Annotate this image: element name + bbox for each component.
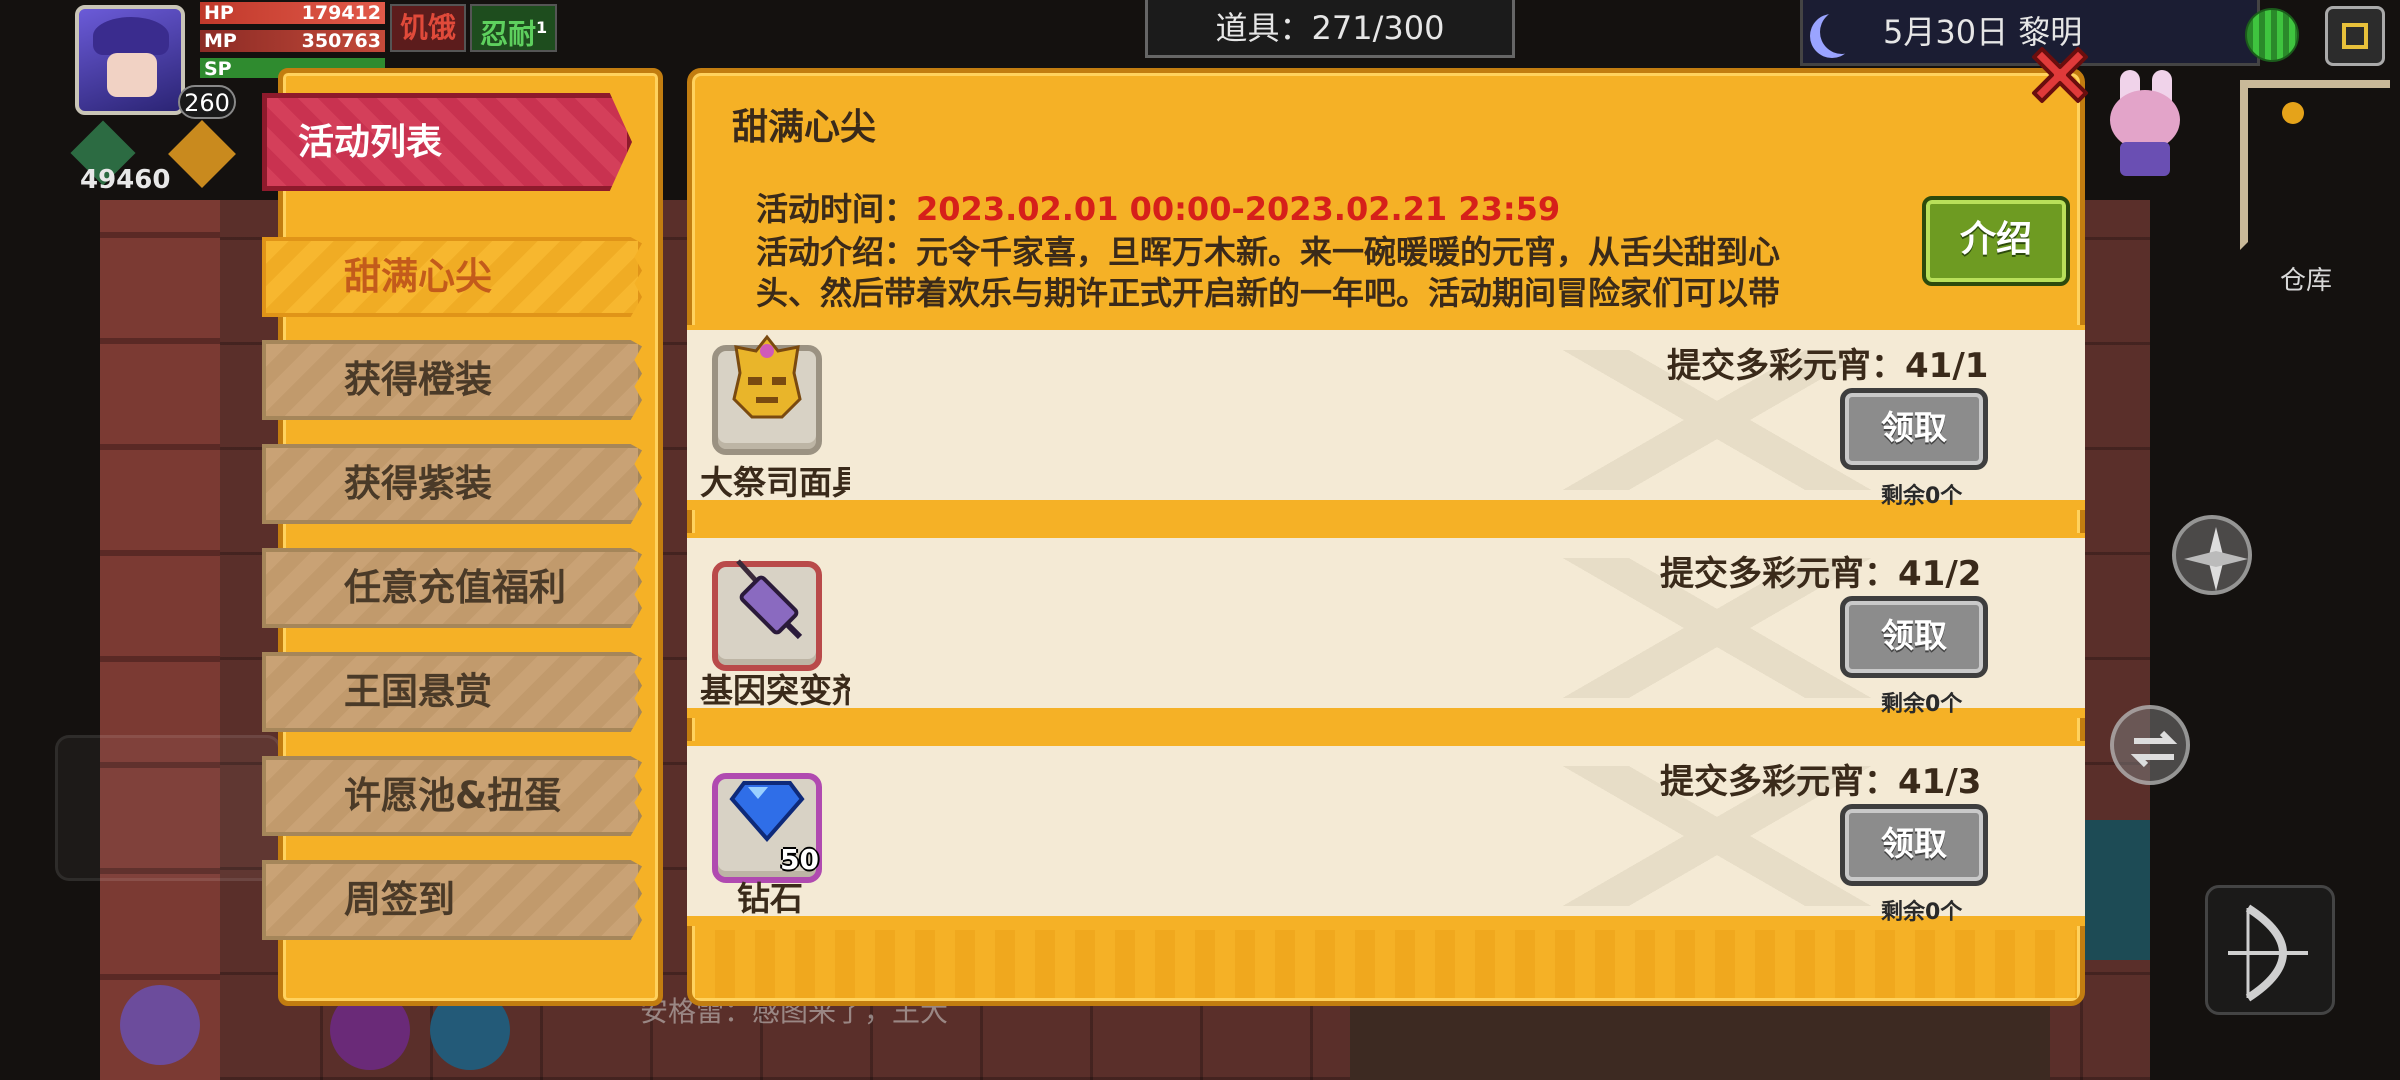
virtual-dpad[interactable] — [55, 735, 281, 881]
sidebar-item-wishing-well[interactable]: 许愿池&扭蛋 — [262, 756, 642, 836]
sidebar-item-recharge-bonus[interactable]: 任意充值福利 — [262, 548, 642, 628]
reward-name: 大祭司面具 — [700, 463, 850, 502]
status-tolerance[interactable]: 忍耐1 — [470, 4, 558, 52]
activity-description-line1: 活动介绍：元令千家喜，旦晖万木新。来一碗暖暖的元宵，从舌尖甜到心 — [756, 233, 1781, 271]
sidebar-item-label: 甜满心尖 — [344, 255, 492, 298]
claim-button-label: 领取 — [1881, 616, 1947, 655]
status-tolerance-label: 忍耐 — [480, 17, 537, 51]
minimap-player-marker — [2282, 102, 2304, 124]
swap-arrows-icon — [2130, 730, 2178, 768]
buff-icon[interactable] — [168, 120, 236, 188]
sidebar-item-kingdom-bounty[interactable]: 王国悬赏 — [262, 652, 642, 732]
game-wall — [100, 200, 220, 1080]
mp-label: MP — [204, 30, 237, 52]
avatar-face — [107, 53, 157, 97]
claim-button[interactable]: 领取 — [1840, 596, 1988, 678]
claim-button-label: 领取 — [1881, 824, 1947, 863]
reward-name: 基因突变剂 — [700, 671, 850, 710]
remaining-count: 剩余0个 — [1881, 484, 1963, 509]
mp-value: 350763 — [301, 30, 381, 52]
currency-count: 49460 — [80, 165, 171, 195]
golden-mask-icon — [732, 334, 802, 419]
bunny-npc[interactable] — [2100, 70, 2190, 180]
activity-list-title: 活动列表 — [298, 122, 443, 163]
sidebar-item-label: 王国悬赏 — [344, 670, 492, 713]
sidebar-item-orange-gear[interactable]: 获得橙装 — [262, 340, 642, 420]
syringe-icon — [736, 559, 803, 640]
intro-button[interactable]: 介绍 — [1922, 196, 2070, 286]
minimap[interactable] — [2240, 80, 2390, 250]
sidebar-item-label: 获得紫装 — [344, 462, 492, 505]
activity-time: 活动时间：2023.02.01 00:00-2023.02.21 23:59 — [756, 184, 1560, 230]
activity-description-line2: 头、然后带着欢乐与期许正式开启新的一年吧。活动期间冒险家们可以带 — [756, 274, 1781, 310]
remaining-count: 剩余0个 — [1881, 692, 1963, 717]
sidebar-item-label: 任意充值福利 — [344, 566, 566, 609]
task-requirement: 提交多彩元宵：41/2 — [1660, 554, 1982, 594]
sidebar-item-sweet-heart[interactable]: 甜满心尖 — [262, 237, 642, 317]
claim-button[interactable]: 领取 — [1840, 388, 1988, 470]
exit-icon[interactable] — [2325, 6, 2385, 66]
compass-button[interactable] — [2172, 515, 2252, 595]
globe-icon[interactable] — [2245, 8, 2299, 62]
reward-name: 钻石 — [737, 879, 803, 918]
activity-time-value: 2023.02.01 00:00-2023.02.21 23:59 — [916, 190, 1561, 228]
status-tolerance-count: 1 — [536, 18, 548, 37]
intro-button-label: 介绍 — [1959, 219, 2032, 260]
sp-label: SP — [204, 58, 232, 80]
sidebar-item-weekly-signin[interactable]: 周签到 — [262, 860, 642, 940]
status-hungry[interactable]: 饥饿 — [390, 4, 467, 52]
swap-button[interactable] — [2110, 705, 2190, 785]
reward-slot[interactable] — [712, 334, 822, 455]
reward-slot[interactable]: 50 — [712, 773, 822, 883]
sidebar-item-label: 许愿池&扭蛋 — [344, 774, 562, 817]
sidebar-item-label: 周签到 — [344, 878, 455, 921]
player-avatar[interactable] — [75, 5, 185, 115]
player-level: 260 — [178, 85, 236, 119]
sidebar-item-purple-gear[interactable]: 获得紫装 — [262, 444, 642, 524]
task-requirement: 提交多彩元宵：41/1 — [1667, 346, 1989, 386]
sidebar-item-label: 获得橙装 — [344, 358, 492, 401]
hp-value: 179412 — [301, 2, 381, 24]
warehouse-label: 仓库 — [2280, 266, 2333, 296]
mp-bar: MP 350763 — [200, 30, 385, 52]
task-requirement: 提交多彩元宵：41/3 — [1660, 762, 1982, 802]
reward-slot[interactable] — [712, 559, 822, 671]
wizard-hat-icon — [93, 17, 169, 55]
panel-footer — [695, 930, 2077, 998]
remaining-count: 剩余0个 — [1881, 900, 1963, 925]
compass-icon — [2184, 527, 2248, 591]
close-button[interactable] — [2020, 35, 2100, 115]
hp-bar: HP 179412 — [200, 2, 385, 24]
hp-label: HP — [204, 2, 234, 24]
bow-weapon-button[interactable] — [2205, 885, 2335, 1015]
moon-icon — [1820, 10, 1864, 54]
spiral-skill-icon[interactable] — [120, 985, 200, 1065]
activity-time-label: 活动时间： — [756, 190, 917, 228]
claim-button-label: 领取 — [1881, 408, 1947, 447]
bow-icon — [2228, 904, 2308, 1002]
claim-button[interactable]: 领取 — [1840, 804, 1988, 886]
activity-title: 甜满心尖 — [732, 107, 877, 148]
close-icon — [2032, 47, 2088, 103]
inventory-capacity[interactable]: 道具：271/300 — [1145, 0, 1515, 58]
